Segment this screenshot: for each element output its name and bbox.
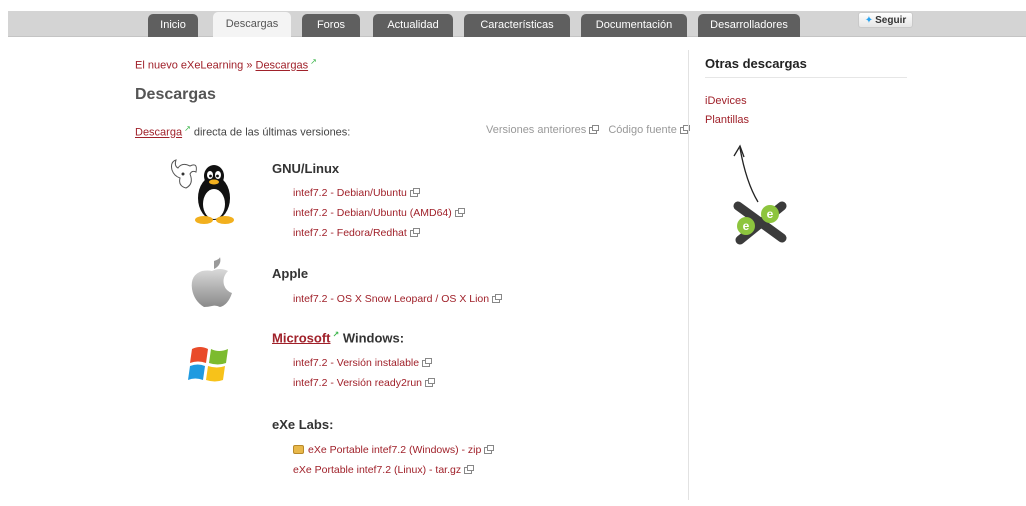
list-item[interactable]: intef7.2 - Debian/Ubuntu (AMD64) [293, 207, 465, 219]
list-item[interactable]: intef7.2 - Debian/Ubuntu [293, 187, 420, 199]
previous-versions-link[interactable]: Versiones anteriores [486, 124, 600, 136]
page-title: Descargas [135, 86, 216, 103]
windows-logo-icon [186, 343, 234, 390]
external-link-icon: ↗ [310, 57, 317, 66]
gnu-head-icon [171, 159, 197, 189]
new-window-icon [425, 378, 435, 387]
new-window-icon [409, 228, 420, 237]
apple-heading: Apple [272, 266, 309, 281]
new-window-icon [492, 294, 503, 303]
top-navigation-bar: Inicio Descargas Foros Actualidad Caract… [8, 11, 1026, 37]
download-link[interactable]: Descarga [135, 127, 182, 139]
svg-text:e: e [767, 207, 774, 221]
external-link-icon: ↗ [332, 330, 340, 339]
source-code-link[interactable]: Código fuente [608, 124, 690, 136]
version-links: Versiones anteriores Código fuente [486, 124, 696, 136]
breadcrumb-home-link[interactable]: El nuevo eXeLearning [135, 60, 243, 72]
exe-labs-heading: eXe Labs: [272, 417, 334, 432]
twitter-bird-icon: ✦ [864, 15, 874, 26]
breadcrumb-current-link[interactable]: Descargas [256, 60, 309, 72]
new-window-icon [589, 125, 600, 134]
new-window-icon [409, 188, 420, 197]
microsoft-link[interactable]: Microsoft [272, 330, 331, 345]
new-window-icon [464, 465, 475, 474]
breadcrumb: El nuevo eXeLearning » Descargas ↗ [135, 57, 317, 72]
column-divider [688, 50, 689, 500]
list-item[interactable]: intef7.2 - Versión ready2run [293, 377, 435, 389]
new-window-icon [422, 358, 433, 367]
intro-text: directa de las últimas versiones: [193, 126, 351, 139]
apple-logo-icon [188, 257, 236, 312]
sidebar-title: Otras descargas [705, 56, 807, 71]
new-window-icon [484, 445, 495, 454]
list-item[interactable]: intef7.2 - Versión instalable [293, 357, 433, 369]
exe-mascot-logo: e e [724, 142, 794, 250]
sidebar-link-idevices[interactable]: iDevices [705, 95, 747, 107]
list-item[interactable]: intef7.2 - Fedora/Redhat [293, 227, 420, 239]
tab-documentacion[interactable]: Documentación [581, 14, 687, 37]
linux-heading: GNU/Linux [272, 161, 340, 176]
list-item[interactable]: eXe Portable intef7.2 (Linux) - tar.gz [293, 464, 475, 476]
list-item[interactable]: intef7.2 - OS X Snow Leopard / OS X Lion [293, 293, 503, 305]
windows-heading: Microsoft ↗ Windows: [272, 330, 405, 346]
exe-logo-icon: e e [733, 201, 787, 245]
sidebar-title-rule [705, 77, 907, 78]
breadcrumb-separator: » [246, 59, 253, 72]
gnu-linux-logo [168, 158, 240, 227]
tab-caracteristicas[interactable]: Características [464, 14, 570, 37]
new-window-icon [454, 208, 465, 217]
tab-desarrolladores[interactable]: Desarrolladores [698, 14, 800, 37]
new-window-icon [679, 125, 690, 134]
tab-foros[interactable]: Foros [302, 14, 360, 37]
hand-drawn-arrow-icon [733, 144, 759, 203]
tux-penguin-icon [195, 165, 234, 224]
list-item[interactable]: eXe Portable intef7.2 (Windows) - zip [293, 444, 495, 456]
svg-text:e: e [743, 219, 750, 233]
twitter-follow-button[interactable]: ✦ Seguir [858, 12, 913, 28]
package-icon [293, 445, 304, 454]
tab-actualidad[interactable]: Actualidad [373, 14, 453, 37]
tab-inicio[interactable]: Inicio [148, 14, 198, 37]
external-link-icon: ↗ [184, 124, 191, 133]
tab-descargas[interactable]: Descargas [213, 12, 291, 37]
sidebar-link-plantillas[interactable]: Plantillas [705, 114, 749, 126]
intro-line: Descarga ↗ directa de las últimas version… [135, 124, 350, 139]
